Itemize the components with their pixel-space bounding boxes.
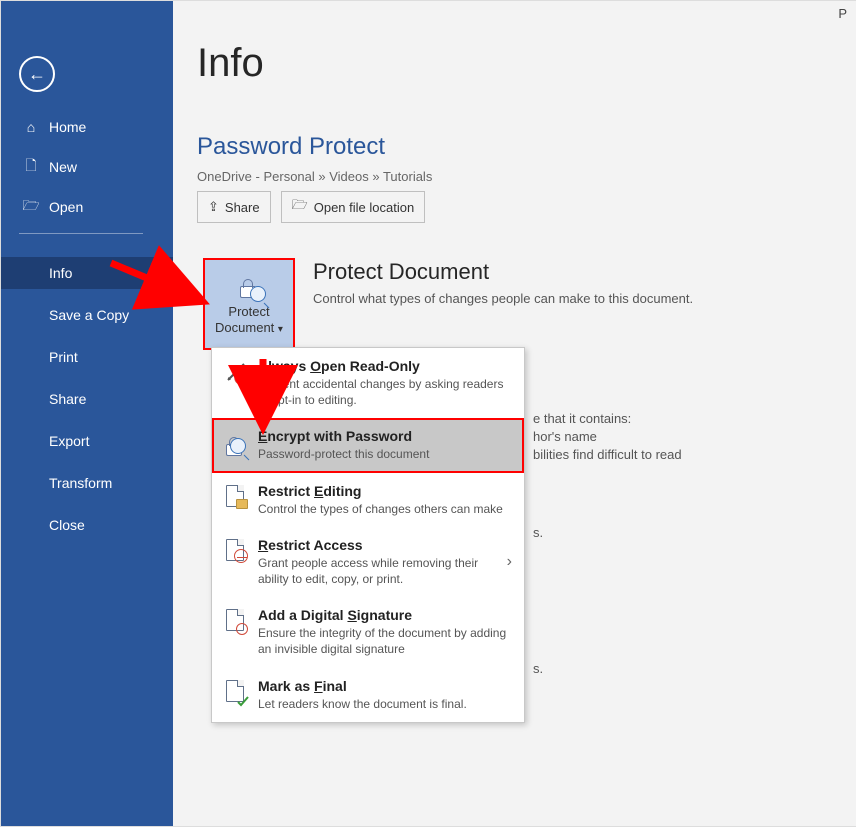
pencil-no-icon — [224, 358, 248, 386]
sidebar-separator — [19, 233, 143, 234]
sidebar-item-close[interactable]: Close — [1, 509, 173, 541]
menu-item-read-only[interactable]: Always Open Read-Only Prevent accidental… — [212, 348, 524, 418]
protect-document-button[interactable]: Protect Document ▾ — [203, 258, 295, 350]
open-loc-label: Open file location — [314, 200, 414, 215]
covered-text: s. — [533, 661, 543, 676]
sidebar-item-label: Export — [49, 433, 89, 449]
sidebar-item-label: Share — [49, 391, 86, 407]
page-title: Info — [197, 41, 264, 86]
share-label: Share — [225, 200, 260, 215]
backstage-sidebar: ← ⌂ Home 🗋 New 🗁 Open Info Save a Copy P… — [1, 1, 173, 826]
page-icon: 🗋 — [21, 155, 41, 179]
menu-item-restrict-access[interactable]: Restrict Access Grant people access whil… — [212, 527, 524, 597]
sidebar-item-info[interactable]: Info — [1, 257, 173, 289]
sidebar-item-new[interactable]: 🗋 New — [1, 151, 173, 183]
back-button[interactable]: ← — [19, 56, 55, 92]
tile-line2: Document — [215, 320, 274, 335]
sidebar-item-label: Home — [49, 119, 86, 135]
sidebar-item-label: Close — [49, 517, 85, 533]
sidebar-item-label: Save a Copy — [49, 307, 129, 323]
page-ribbon-icon — [224, 607, 248, 635]
sidebar-item-print[interactable]: Print — [1, 341, 173, 373]
sidebar-item-home[interactable]: ⌂ Home — [1, 111, 173, 143]
backstage-main: Info Password Protect OneDrive - Persona… — [173, 1, 856, 826]
open-file-location-button[interactable]: 🗁 Open file location — [281, 191, 426, 223]
page-check-icon — [224, 678, 248, 706]
tile-line1: Protect — [228, 304, 269, 319]
document-name: Password Protect — [197, 133, 385, 161]
sidebar-item-transform[interactable]: Transform — [1, 467, 173, 499]
menu-item-restrict-editing[interactable]: Restrict Editing Control the types of ch… — [212, 473, 524, 527]
lock-magnifier-icon — [224, 428, 248, 456]
share-button[interactable]: ⇪ Share — [197, 191, 271, 223]
share-icon: ⇪ — [208, 199, 219, 215]
folder-open-icon: 🗁 — [21, 195, 41, 219]
sidebar-item-label: Transform — [49, 475, 112, 491]
home-icon: ⌂ — [21, 119, 41, 135]
folder-open-icon: 🗁 — [292, 196, 308, 218]
arrow-left-icon: ← — [28, 65, 46, 83]
sidebar-item-label: New — [49, 159, 77, 175]
section-desc: Control what types of changes people can… — [313, 291, 693, 306]
covered-text: s. — [533, 525, 543, 540]
cropped-text: P — [838, 6, 847, 21]
sidebar-item-label: Info — [49, 265, 72, 281]
sidebar-item-export[interactable]: Export — [1, 425, 173, 457]
menu-item-digital-signature[interactable]: Add a Digital Signature Ensure the integ… — [212, 597, 524, 667]
lock-magnifier-icon — [236, 272, 262, 298]
page-lock-icon — [224, 483, 248, 511]
chevron-down-icon: ▾ — [278, 324, 283, 335]
section-title: Protect Document — [313, 259, 489, 285]
covered-text: bilities find difficult to read — [533, 447, 682, 462]
chevron-right-icon: › — [507, 553, 512, 571]
sidebar-item-label: Print — [49, 349, 78, 365]
covered-text: e that it contains: — [533, 411, 631, 426]
menu-item-encrypt-password[interactable]: Encrypt with Password Password-protect t… — [212, 418, 524, 472]
sidebar-item-label: Open — [49, 199, 83, 215]
menu-item-mark-final[interactable]: Mark as Final Let readers know the docum… — [212, 668, 524, 722]
page-restrict-icon — [224, 537, 248, 565]
breadcrumb: OneDrive - Personal » Videos » Tutorials — [197, 169, 432, 184]
sidebar-item-share[interactable]: Share — [1, 383, 173, 415]
protect-document-menu: Always Open Read-Only Prevent accidental… — [211, 347, 525, 723]
sidebar-item-save-copy[interactable]: Save a Copy — [1, 299, 173, 331]
sidebar-item-open[interactable]: 🗁 Open — [1, 191, 173, 223]
covered-text: hor's name — [533, 429, 597, 444]
doc-action-row: ⇪ Share 🗁 Open file location — [197, 191, 425, 223]
